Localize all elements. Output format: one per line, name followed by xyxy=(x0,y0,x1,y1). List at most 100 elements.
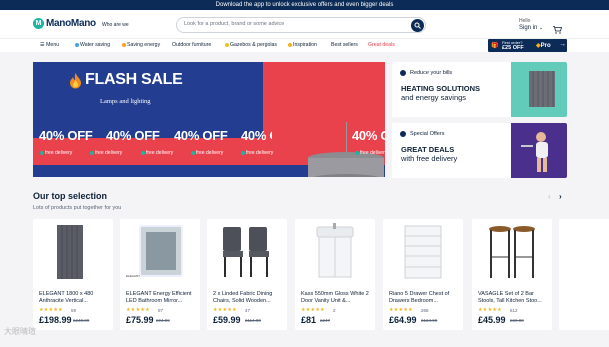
signin-label: Sign in xyxy=(519,25,538,31)
rating-stars: ★★★★★ xyxy=(478,307,502,313)
section-title: Our top selection xyxy=(33,191,108,201)
old-price: £248.00 xyxy=(73,318,90,323)
delivery-text: free delivery xyxy=(146,150,174,156)
rating-stars: ★★★★★ xyxy=(301,307,325,313)
product-card[interactable]: ELEGANT 1800 x 480 Anthracite Vertical..… xyxy=(33,219,113,330)
product-image-vanity xyxy=(303,223,367,281)
product-name: VASAGLE Set of 2 Bar Stools, Tall Kitche… xyxy=(478,291,542,304)
app-download-banner[interactable]: Download the app to unlock exclusive off… xyxy=(0,0,609,10)
radiator-image xyxy=(511,62,567,117)
review-count: 268 xyxy=(421,308,429,313)
product-image-drawers xyxy=(391,223,455,281)
person-image xyxy=(511,123,567,178)
truck-icon xyxy=(40,150,44,155)
product-image-stools xyxy=(480,223,544,281)
old-price: £124.99 xyxy=(421,318,438,323)
review-count: 2 xyxy=(333,308,336,313)
search-button[interactable] xyxy=(411,19,424,32)
review-count: 47 xyxy=(245,308,251,313)
review-count: 59 xyxy=(71,308,77,313)
truck-icon xyxy=(241,150,245,155)
special-offers-icon xyxy=(400,131,406,137)
nav-label: Best sellers xyxy=(331,42,358,48)
truck-icon xyxy=(90,150,94,155)
cart-icon[interactable] xyxy=(553,21,563,39)
nav-item-best-sellers[interactable]: Best sellers xyxy=(331,42,358,48)
delivery-text: free delivery xyxy=(196,150,224,156)
flash-sale-banner[interactable]: FLASH SALE Lamps and lighting xyxy=(33,62,385,177)
header: M ManoMano Who are we Hello Sign in ⌄ xyxy=(0,10,609,38)
review-count: 612 xyxy=(510,308,518,313)
old-price: £69.00 xyxy=(510,318,524,323)
product-card[interactable]: Kass 550mm Gloss White 2 Door Vanity Uni… xyxy=(295,219,375,330)
truck-icon xyxy=(355,150,359,155)
rating-stars: ★★★★★ xyxy=(39,307,63,313)
water-drop-icon xyxy=(75,42,79,47)
old-price: £94.99 xyxy=(156,318,170,323)
product-price: £75.99 xyxy=(126,315,154,325)
product-price: £81 xyxy=(301,315,317,325)
truck-icon xyxy=(191,150,195,155)
nav-item-outdoor-furniture[interactable]: Outdoor furniture xyxy=(172,42,211,48)
energy-icon xyxy=(122,42,126,47)
logo-icon: M xyxy=(33,18,44,29)
search-input[interactable] xyxy=(184,21,404,27)
nav-label: Water saving xyxy=(80,42,111,48)
promo-line2: £25 OFF xyxy=(502,45,524,51)
rating-stars: ★★★★★ xyxy=(213,307,237,313)
old-price: £114.00 xyxy=(245,318,261,323)
review-count: 97 xyxy=(158,308,164,313)
card-tag: Reduce your bills xyxy=(410,70,453,76)
product-name: ELEGANT 1800 x 480 Anthracite Vertical..… xyxy=(39,291,94,304)
card-subtitle: with free delivery xyxy=(401,154,458,163)
menu-button[interactable]: ☰ Menu xyxy=(40,42,59,48)
product-image-mirror xyxy=(128,223,192,281)
nav-item-water-saving[interactable]: Water saving xyxy=(75,42,110,48)
product-name: 2 x Linded Fabric Dining Chairs, Solid W… xyxy=(213,291,273,304)
pro-label: ◆Pro xyxy=(536,42,551,49)
carousel-next-icon[interactable]: › xyxy=(559,192,562,201)
nav-item-gazebos[interactable]: Gazebos & pergolas xyxy=(225,42,277,48)
nav-label: Inspiration xyxy=(293,42,317,48)
rating-stars: ★★★★★ xyxy=(126,307,150,313)
product-price: £198.99 xyxy=(39,315,72,325)
who-we-are-link[interactable]: Who are we xyxy=(102,22,129,28)
truck-icon xyxy=(141,150,145,155)
great-deals-card[interactable]: Special Offers GREAT DEALS with free del… xyxy=(392,123,567,178)
heating-solutions-card[interactable]: Reduce your bills HEATING SOLUTIONS and … xyxy=(392,62,567,117)
menu-label: Menu xyxy=(46,42,60,48)
lamp-cord xyxy=(346,122,347,154)
gift-icon: 🎁 xyxy=(491,43,499,49)
card-title: HEATING SOLUTIONS xyxy=(401,84,481,93)
signin-link[interactable]: Sign in ⌄ xyxy=(519,25,543,31)
product-card[interactable]: VASAGLE Set of 2 Bar Stools, Tall Kitche… xyxy=(472,219,552,330)
delivery-label: free delivery xyxy=(355,150,387,156)
nav-item-saving-energy[interactable]: Saving energy xyxy=(122,42,160,48)
card-subtitle: and energy savings xyxy=(401,93,467,102)
product-image-radiator xyxy=(41,223,105,281)
nav-item-inspiration[interactable]: Inspiration xyxy=(288,42,317,48)
product-card-partial[interactable] xyxy=(559,219,609,330)
product-card[interactable]: ELEGANT ELEGANT Energy Efficient LED Bat… xyxy=(120,219,200,330)
nav-label: Gazebos & pergolas xyxy=(230,42,278,48)
product-name: ELEGANT Energy Efficient LED Bathroom Mi… xyxy=(126,291,192,304)
delivery-label: free delivery xyxy=(191,150,223,156)
section-subtitle: Lots of products put together for you xyxy=(33,205,122,211)
hero-subtitle: Lamps and lighting xyxy=(100,98,151,105)
search-bar xyxy=(176,17,426,33)
offer-label: 40% OFF xyxy=(174,128,228,143)
hero-title: FLASH SALE xyxy=(85,71,183,88)
nav-label: Great deals xyxy=(368,42,395,48)
pro-promo-button[interactable]: 🎁 First order? £25 OFF ◆Pro → xyxy=(488,39,567,52)
product-name: Riano 5 Drawer Chest of Drawers Bedroom.… xyxy=(389,291,450,304)
logo[interactable]: M ManoMano xyxy=(33,18,96,29)
delivery-label: free delivery xyxy=(141,150,173,156)
product-card[interactable]: Riano 5 Drawer Chest of Drawers Bedroom.… xyxy=(383,219,463,330)
nav-label: Saving energy xyxy=(127,42,161,48)
chevron-down-icon: ⌄ xyxy=(539,25,544,31)
product-card[interactable]: 2 x Linded Fabric Dining Chairs, Solid W… xyxy=(207,219,287,330)
carousel-prev-icon[interactable]: ‹ xyxy=(548,192,551,201)
pro-text: Pro xyxy=(540,43,551,49)
nav-item-great-deals[interactable]: Great deals xyxy=(368,42,395,48)
delivery-text: free delivery xyxy=(360,150,388,156)
